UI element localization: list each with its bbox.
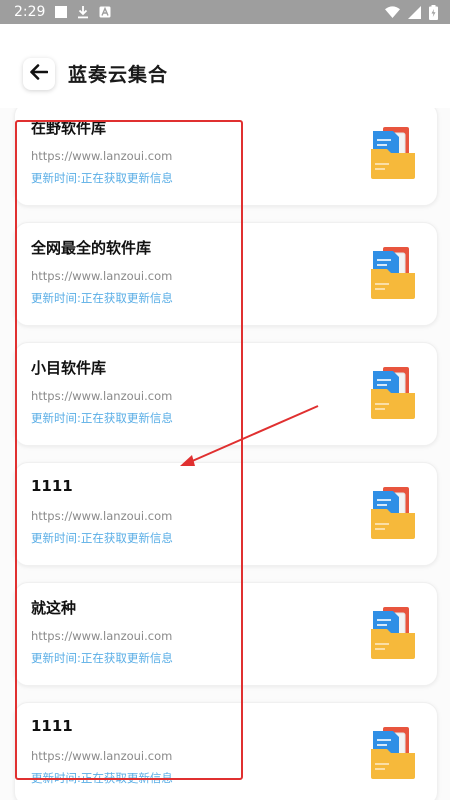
list-item[interactable]: 小目软件库 https://www.lanzoui.com 更新时间:正在获取更… bbox=[14, 342, 438, 446]
battery-icon bbox=[429, 4, 438, 20]
a-box-icon bbox=[99, 6, 111, 18]
status-bar: 2:29 bbox=[0, 0, 450, 24]
item-title: 在野软件库 bbox=[31, 119, 107, 137]
folder-document-icon bbox=[369, 125, 417, 181]
folder-document-icon bbox=[369, 725, 417, 781]
status-time: 2:29 bbox=[14, 4, 46, 20]
item-update-status: 更新时间:正在获取更新信息 bbox=[31, 531, 173, 545]
folder-document-icon bbox=[369, 365, 417, 421]
item-update-status: 更新时间:正在获取更新信息 bbox=[31, 171, 173, 185]
page-title: 蓝奏云集合 bbox=[68, 64, 169, 86]
item-url: https://www.lanzoui.com bbox=[31, 749, 173, 763]
app-header: 蓝奏云集合 bbox=[0, 24, 450, 108]
item-url: https://www.lanzoui.com bbox=[31, 509, 173, 523]
back-button[interactable] bbox=[23, 58, 55, 90]
item-update-status: 更新时间:正在获取更新信息 bbox=[31, 651, 173, 665]
item-update-status: 更新时间:正在获取更新信息 bbox=[31, 411, 173, 425]
item-url: https://www.lanzoui.com bbox=[31, 269, 173, 283]
item-update-status: 更新时间:正在获取更新信息 bbox=[31, 291, 173, 305]
list-item[interactable]: 在野软件库 https://www.lanzoui.com 更新时间:正在获取更… bbox=[14, 108, 438, 206]
status-bar-left: 2:29 bbox=[14, 4, 111, 20]
arrow-left-icon bbox=[30, 64, 49, 84]
item-title: 1111 bbox=[31, 477, 73, 495]
item-url: https://www.lanzoui.com bbox=[31, 389, 173, 403]
item-title: 1111 bbox=[31, 717, 73, 735]
status-bar-right bbox=[385, 4, 438, 20]
repository-list[interactable]: 在野软件库 https://www.lanzoui.com 更新时间:正在获取更… bbox=[0, 108, 450, 800]
folder-document-icon bbox=[369, 485, 417, 541]
item-title: 全网最全的软件库 bbox=[31, 239, 152, 257]
folder-document-icon bbox=[369, 605, 417, 661]
list-item[interactable]: 1111 https://www.lanzoui.com 更新时间:正在获取更新… bbox=[14, 462, 438, 566]
list-item[interactable]: 就这种 https://www.lanzoui.com 更新时间:正在获取更新信… bbox=[14, 582, 438, 686]
list-item[interactable]: 全网最全的软件库 https://www.lanzoui.com 更新时间:正在… bbox=[14, 222, 438, 326]
item-title: 就这种 bbox=[31, 599, 77, 617]
stop-icon bbox=[55, 6, 68, 18]
item-url: https://www.lanzoui.com bbox=[31, 629, 173, 643]
item-url: https://www.lanzoui.com bbox=[31, 149, 173, 163]
folder-document-icon bbox=[369, 245, 417, 301]
item-update-status: 更新时间:正在获取更新信息 bbox=[31, 771, 173, 785]
list-item[interactable]: 1111 https://www.lanzoui.com 更新时间:正在获取更新… bbox=[14, 702, 438, 800]
cell-signal-icon bbox=[408, 5, 421, 19]
item-title: 小目软件库 bbox=[31, 359, 107, 377]
wifi-icon bbox=[385, 6, 400, 18]
download-icon bbox=[77, 5, 89, 19]
